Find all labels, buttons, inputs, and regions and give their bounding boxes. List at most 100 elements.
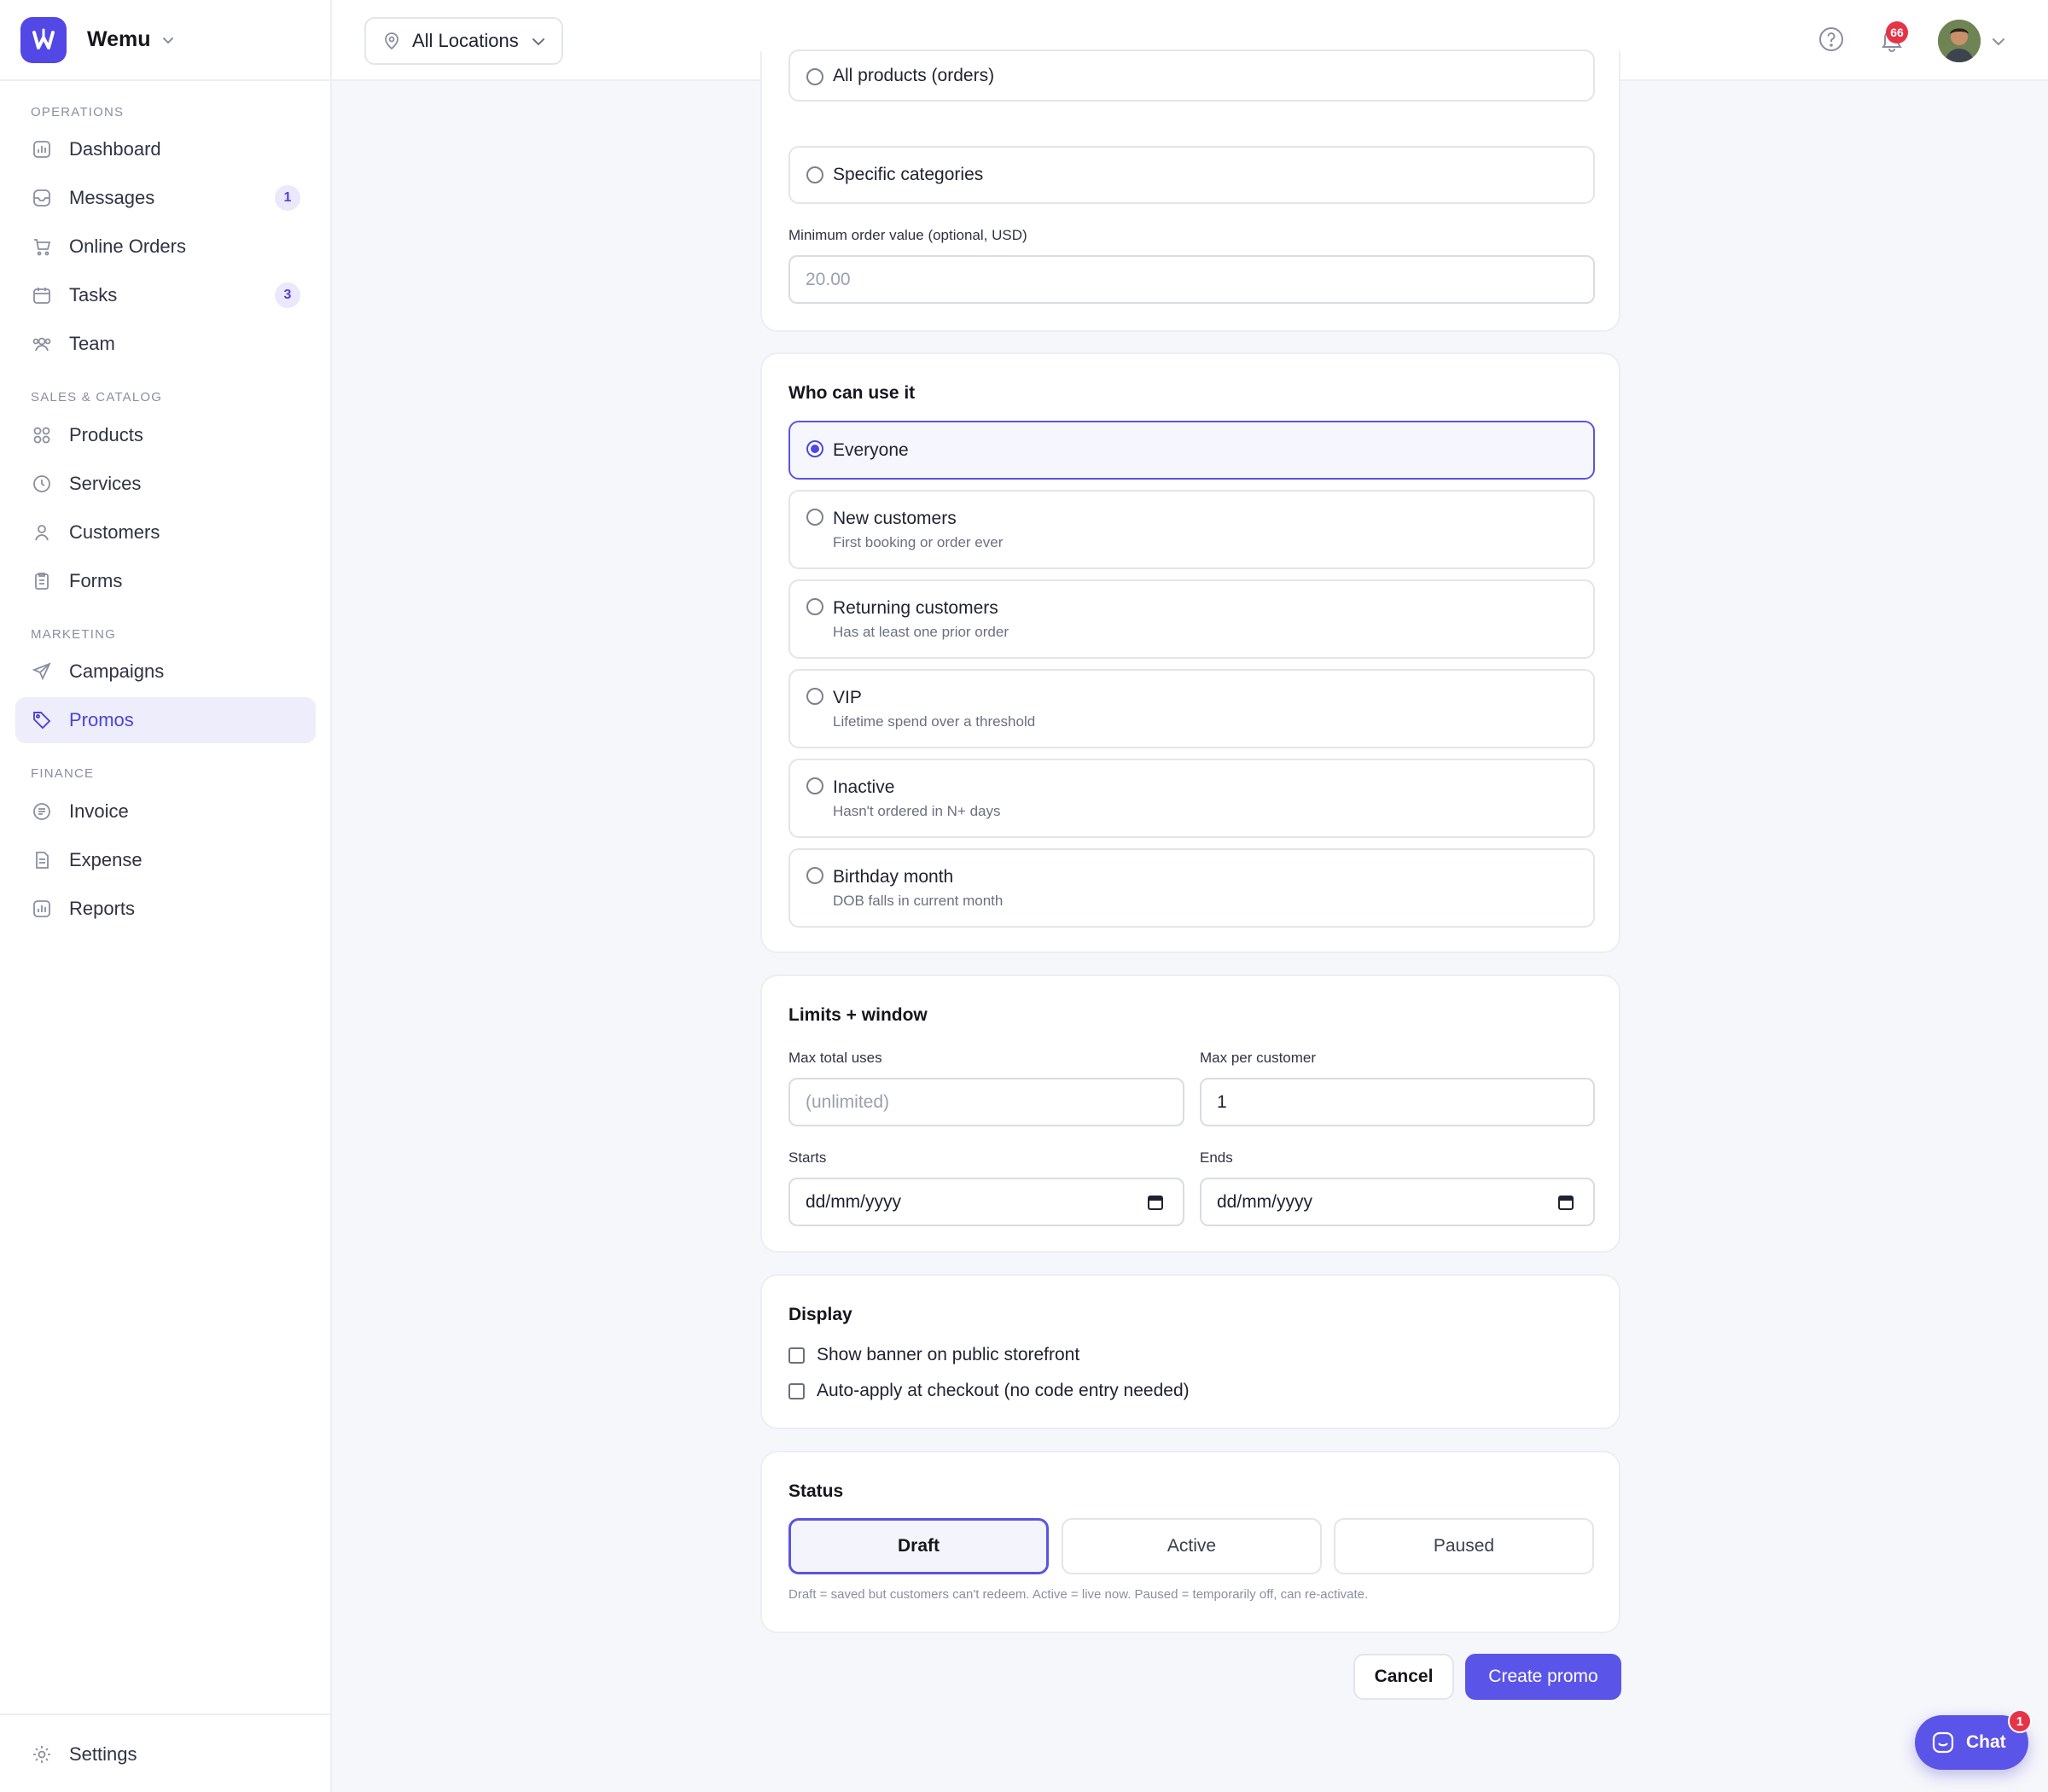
grid-icon <box>31 424 53 446</box>
count-badge: 3 <box>275 282 300 308</box>
clock-icon <box>31 473 53 495</box>
gear-icon <box>31 1743 53 1766</box>
option-returning-customers[interactable]: Returning customers Has at least one pri… <box>788 579 1595 659</box>
sidebar: Wemu OPERATIONS Dashboard Messages 1 Onl… <box>0 0 332 1792</box>
radio-button[interactable] <box>806 166 823 183</box>
max-per-customer-value: 1 <box>1217 1091 1227 1112</box>
sidebar-item-label: Customers <box>69 521 160 543</box>
option-label: Returning customers <box>833 598 998 618</box>
nav-section-title: MARKETING <box>31 627 116 642</box>
sidebar-item-promos[interactable]: Promos <box>15 697 316 743</box>
sidebar-item-campaigns[interactable]: Campaigns <box>15 649 316 695</box>
sidebar-item-dashboard[interactable]: Dashboard <box>15 126 316 172</box>
sidebar-item-tasks[interactable]: Tasks 3 <box>15 272 316 318</box>
map-pin-icon <box>383 32 400 50</box>
ends-date-input[interactable]: dd/mm/yyyy <box>1200 1178 1595 1226</box>
create-promo-button[interactable]: Create promo <box>1465 1654 1621 1700</box>
sidebar-item-customers[interactable]: Customers <box>15 509 316 556</box>
option-inactive[interactable]: Inactive Hasn't ordered in N+ days <box>788 759 1595 838</box>
radio-button-selected[interactable] <box>806 440 823 457</box>
chevron-down-icon[interactable] <box>1991 34 2006 49</box>
radio-button[interactable] <box>806 509 823 526</box>
option-all-products[interactable]: All products (orders) <box>788 49 1595 102</box>
option-label: Inactive <box>833 777 895 797</box>
sidebar-item-label: Dashboard <box>69 138 161 160</box>
ends-label: Ends <box>1200 1149 1233 1166</box>
option-specific-categories[interactable]: Specific categories <box>788 146 1595 204</box>
option-label: Specific categories <box>833 165 984 184</box>
status-draft-button[interactable]: Draft <box>788 1518 1049 1574</box>
sidebar-item-label: Forms <box>69 570 123 591</box>
max-total-label: Max total uses <box>788 1050 882 1066</box>
nav-section-title: FINANCE <box>31 766 95 781</box>
radio-button[interactable] <box>806 777 823 794</box>
count-badge: 1 <box>275 185 300 211</box>
option-label: Everyone <box>833 440 909 460</box>
sidebar-item-label: Services <box>69 473 142 494</box>
option-description: Lifetime spend over a threshold <box>833 713 1036 730</box>
option-description: Has at least one prior order <box>833 624 1009 640</box>
sidebar-item-label: Tasks <box>69 284 118 305</box>
ends-date-value: dd/mm/yyyy <box>1217 1191 1313 1212</box>
reports-icon <box>31 898 53 920</box>
status-card: Status Draft Active Paused Draft = saved… <box>760 1451 1620 1633</box>
show-banner-option[interactable]: Show banner on public storefront <box>788 1345 1079 1365</box>
checkbox[interactable] <box>788 1382 805 1399</box>
calendar-icon[interactable] <box>1557 1194 1574 1211</box>
option-everyone[interactable]: Everyone <box>788 421 1595 480</box>
sidebar-item-forms[interactable]: Forms <box>15 558 316 604</box>
option-vip[interactable]: VIP Lifetime spend over a threshold <box>788 669 1595 748</box>
sidebar-item-invoice[interactable]: Invoice <box>15 788 316 835</box>
location-selector[interactable]: All Locations <box>364 17 563 65</box>
auto-apply-option[interactable]: Auto-apply at checkout (no code entry ne… <box>788 1381 1190 1401</box>
radio-button[interactable] <box>806 598 823 615</box>
sidebar-item-products[interactable]: Products <box>15 412 316 458</box>
sidebar-item-reports[interactable]: Reports <box>15 886 316 932</box>
option-label: All products (orders) <box>833 66 995 85</box>
sidebar-item-messages[interactable]: Messages 1 <box>15 175 316 221</box>
sidebar-item-settings[interactable]: Settings <box>15 1731 316 1777</box>
sidebar-item-label: Team <box>69 333 115 354</box>
display-card: Display Show banner on public storefront… <box>760 1274 1620 1429</box>
min-order-placeholder: 20.00 <box>806 269 851 289</box>
status-active-button[interactable]: Active <box>1062 1518 1322 1574</box>
calendar-icon[interactable] <box>1147 1194 1164 1211</box>
chevron-down-icon <box>161 33 175 47</box>
radio-button[interactable] <box>806 68 823 85</box>
sidebar-item-online-orders[interactable]: Online Orders <box>15 224 316 270</box>
audience-card: Who can use it Everyone New customers Fi… <box>760 352 1620 953</box>
sidebar-item-label: Settings <box>69 1743 137 1765</box>
max-per-customer-input[interactable]: 1 <box>1200 1078 1595 1126</box>
sidebar-item-label: Promos <box>69 709 134 730</box>
option-description: First booking or order ever <box>833 534 1004 550</box>
section-title: Who can use it <box>788 383 916 403</box>
sidebar-item-label: Invoice <box>69 800 129 822</box>
status-hint: Draft = saved but customers can't redeem… <box>788 1587 1369 1602</box>
tag-icon <box>31 709 53 731</box>
max-total-input[interactable]: (unlimited) <box>788 1078 1184 1126</box>
help-icon[interactable] <box>1818 26 1845 53</box>
sidebar-item-label: Messages <box>69 187 155 208</box>
section-title: Status <box>788 1481 844 1501</box>
sidebar-item-team[interactable]: Team <box>15 321 316 367</box>
cancel-button[interactable]: Cancel <box>1353 1654 1454 1700</box>
sidebar-item-label: Campaigns <box>69 660 165 682</box>
sidebar-item-services[interactable]: Services <box>15 461 316 507</box>
checkbox[interactable] <box>788 1347 805 1364</box>
option-birthday-month[interactable]: Birthday month DOB falls in current mont… <box>788 848 1595 928</box>
brand-switcher[interactable]: Wemu <box>0 0 330 81</box>
starts-date-input[interactable]: dd/mm/yyyy <box>788 1178 1184 1226</box>
option-new-customers[interactable]: New customers First booking or order eve… <box>788 490 1595 569</box>
min-order-input[interactable]: 20.00 <box>788 255 1595 304</box>
sidebar-item-label: Online Orders <box>69 236 186 257</box>
nav-section-title: SALES & CATALOG <box>31 390 163 404</box>
limits-card: Limits + window Max total uses (unlimite… <box>760 975 1620 1253</box>
status-paused-button[interactable]: Paused <box>1334 1518 1594 1574</box>
sidebar-item-expense[interactable]: Expense <box>15 837 316 883</box>
radio-button[interactable] <box>806 688 823 705</box>
chat-badge: 1 <box>2008 1709 2032 1733</box>
user-avatar[interactable] <box>1938 20 1981 62</box>
checkbox-label: Show banner on public storefront <box>817 1345 1080 1364</box>
expense-icon <box>31 849 53 871</box>
radio-button[interactable] <box>806 867 823 884</box>
